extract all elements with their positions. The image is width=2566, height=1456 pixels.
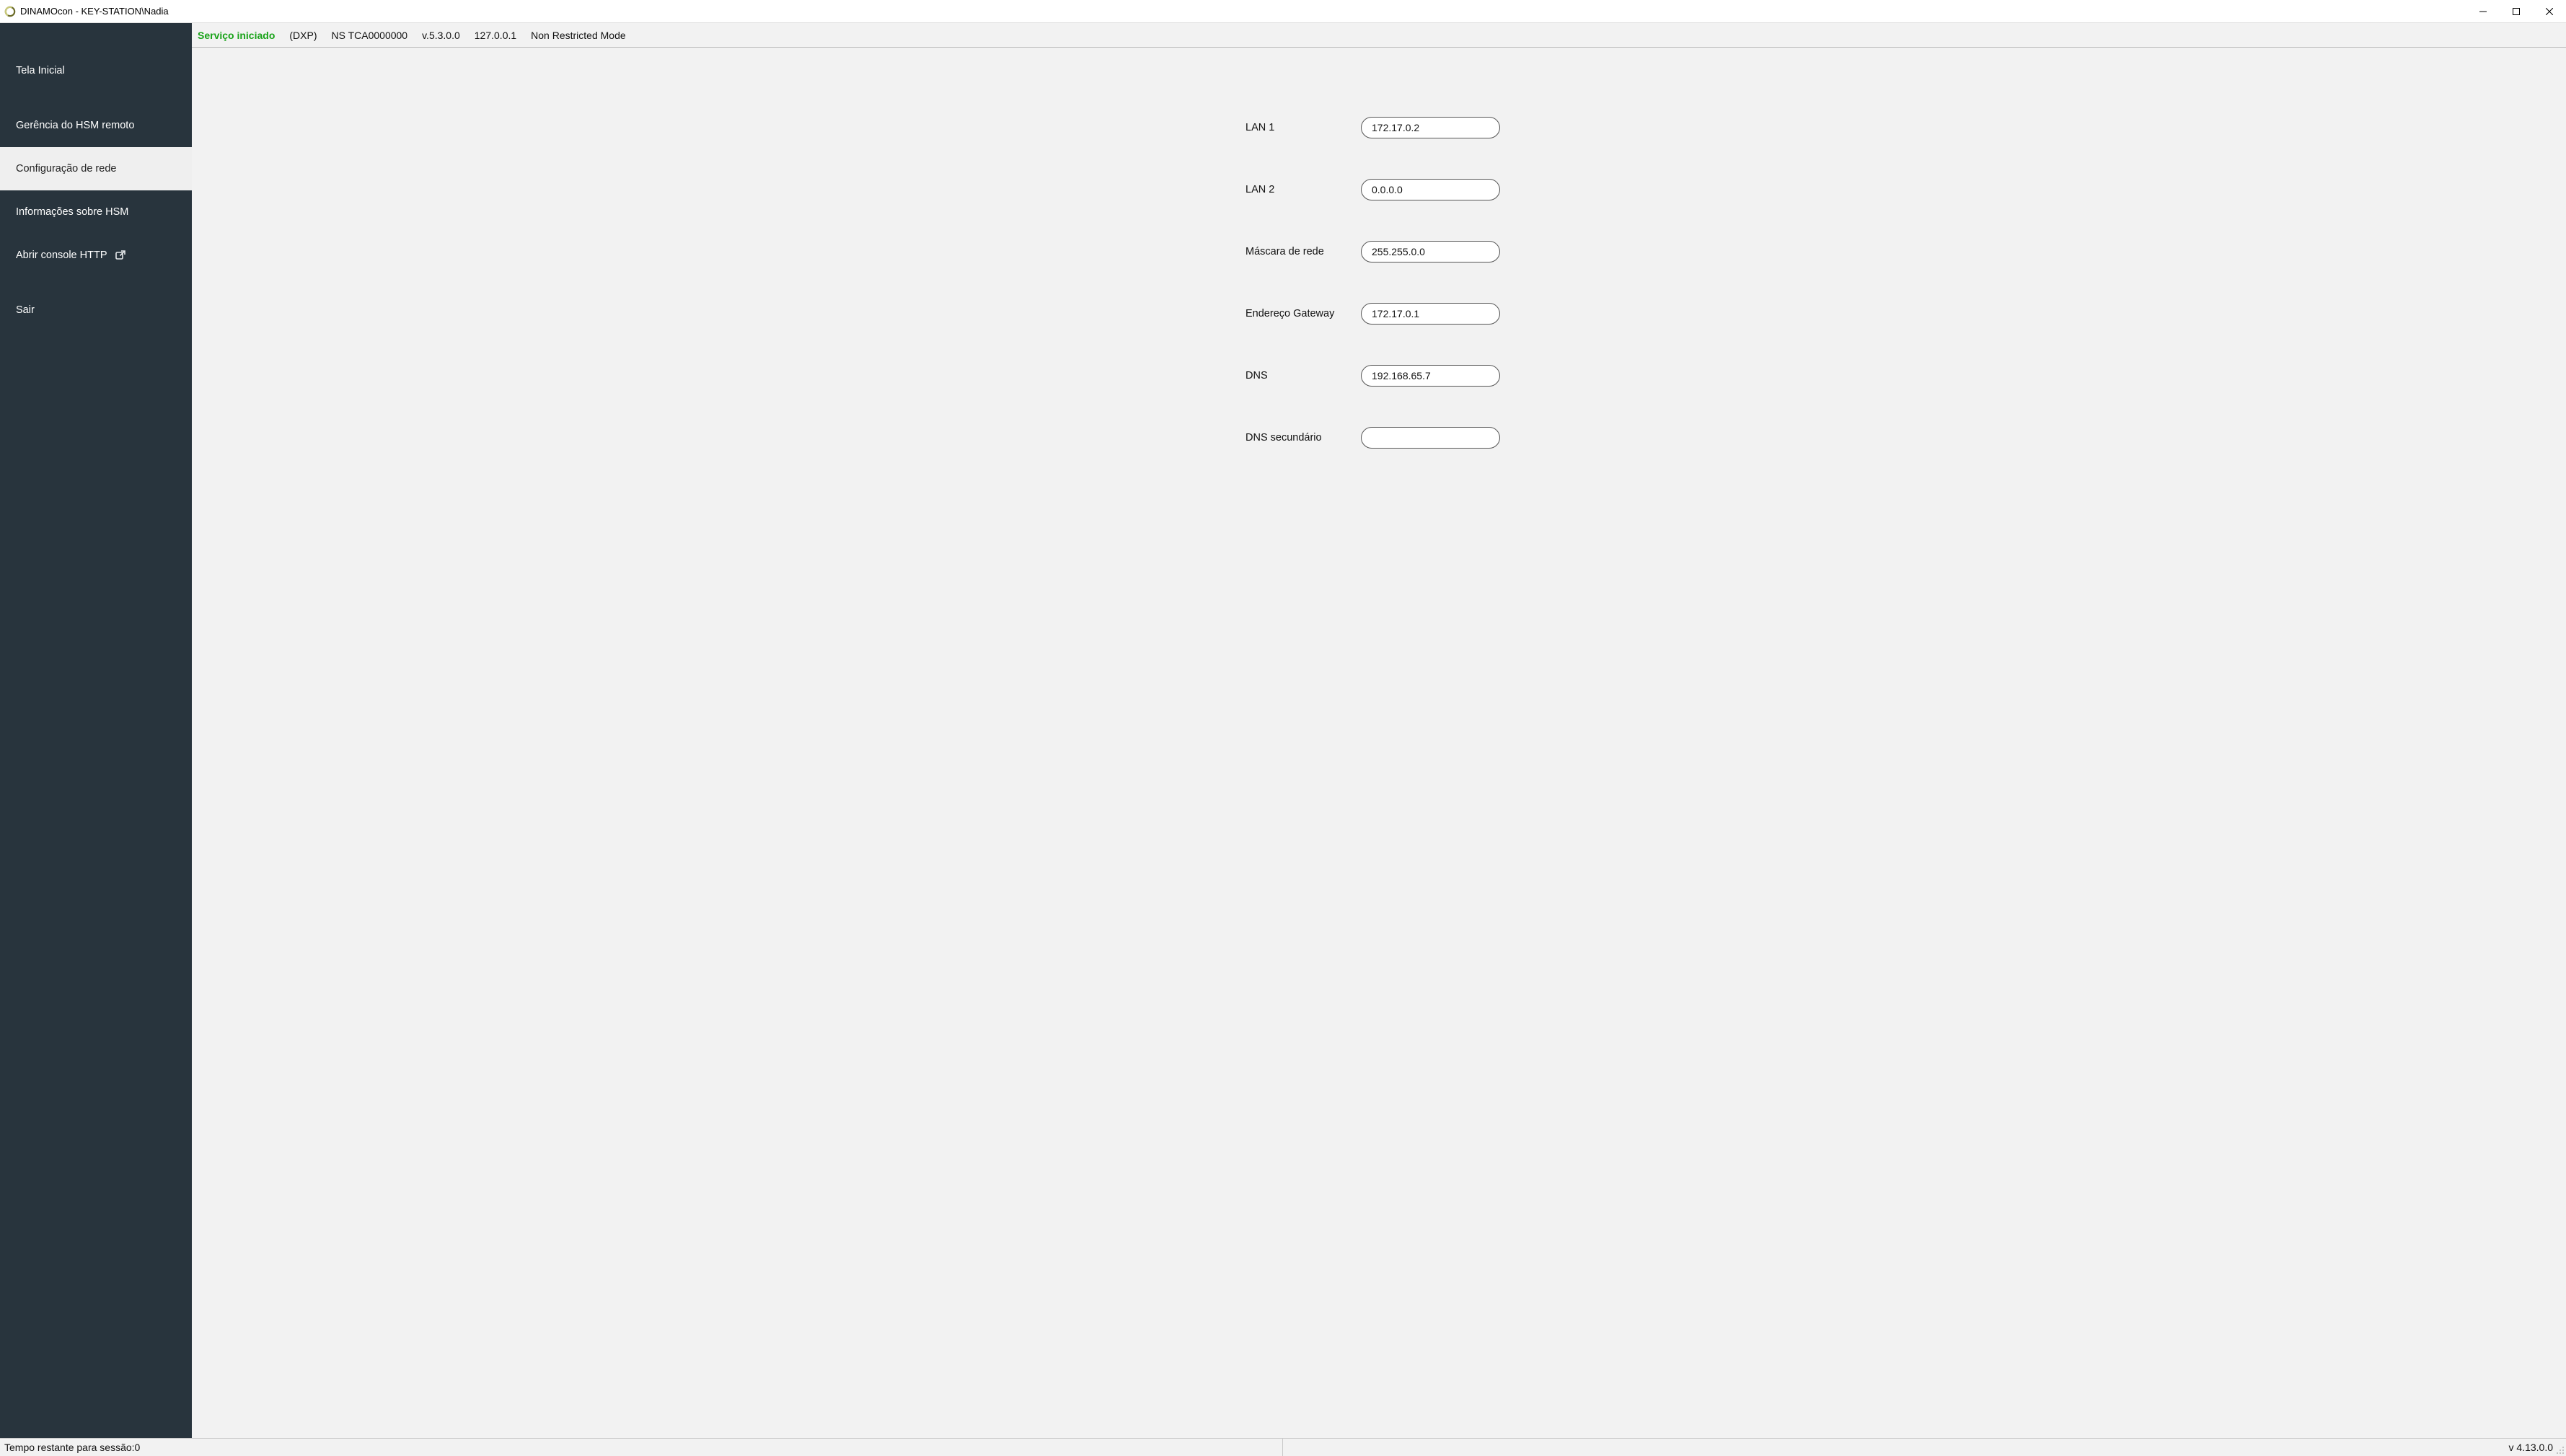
sidebar-item-open-http-console[interactable]: Abrir console HTTP [0, 234, 192, 277]
dns2-input[interactable] [1361, 427, 1500, 449]
sidebar-item-label: Tela Inicial [16, 65, 65, 76]
window-title: DINAMOcon - KEY-STATION\Nadia [20, 6, 169, 17]
gateway-label: Endereço Gateway [1245, 308, 1334, 319]
netmask-input[interactable] [1361, 241, 1500, 262]
status-bar: Tempo restante para sessão: 0 v 4.13.0.0 [0, 1438, 2566, 1456]
connected-ip: 127.0.0.1 [475, 30, 516, 41]
close-button[interactable] [2533, 0, 2566, 22]
app-icon [4, 6, 16, 17]
sidebar-item-network-config[interactable]: Configuração de rede [0, 147, 192, 190]
maximize-button[interactable] [2500, 0, 2533, 22]
netmask-label: Máscara de rede [1245, 246, 1324, 257]
lan1-label: LAN 1 [1245, 122, 1274, 133]
lan2-label: LAN 2 [1245, 184, 1274, 195]
status-bar-right: v 4.13.0.0 [1283, 1442, 2566, 1453]
mode-label: Non Restricted Mode [531, 30, 626, 41]
session-time-value: 0 [135, 1442, 141, 1453]
dns-label: DNS [1245, 370, 1268, 381]
sidebar-item-label: Sair [16, 304, 35, 316]
platform-label: (DXP) [289, 30, 317, 41]
sidebar-item-hsm-info[interactable]: Informações sobre HSM [0, 190, 192, 234]
lan2-input[interactable] [1361, 179, 1500, 200]
sidebar-item-label: Informações sobre HSM [16, 206, 128, 218]
top-info-strip: Serviço iniciado (DXP) NS TCA0000000 v.5… [192, 23, 2566, 48]
serial-number: NS TCA0000000 [332, 30, 408, 41]
sidebar-item-label: Configuração de rede [16, 163, 116, 175]
sidebar: Tela Inicial Gerência do HSM remoto Conf… [0, 23, 192, 1438]
app-version: v 4.13.0.0 [2509, 1442, 2554, 1453]
sidebar-item-remote-hsm[interactable]: Gerência do HSM remoto [0, 104, 192, 147]
external-link-icon [115, 250, 126, 261]
app-shell: Tela Inicial Gerência do HSM remoto Conf… [0, 23, 2566, 1438]
sidebar-item-label: Abrir console HTTP [16, 250, 107, 261]
form-grid: LAN 1 LAN 2 Máscara de rede Endereço Gat… [1245, 117, 1512, 449]
window-controls [2466, 0, 2566, 22]
network-form: LAN 1 LAN 2 Máscara de rede Endereço Gat… [192, 48, 2566, 1438]
lan1-input[interactable] [1361, 117, 1500, 138]
content: Serviço iniciado (DXP) NS TCA0000000 v.5… [192, 23, 2566, 1438]
title-bar: DINAMOcon - KEY-STATION\Nadia [0, 0, 2566, 23]
status-bar-left: Tempo restante para sessão: 0 [0, 1439, 1283, 1456]
firmware-version: v.5.3.0.0 [422, 30, 460, 41]
dns2-label: DNS secundário [1245, 432, 1322, 444]
sidebar-item-home[interactable]: Tela Inicial [0, 37, 192, 104]
sidebar-item-exit[interactable]: Sair [0, 277, 192, 343]
gateway-input[interactable] [1361, 303, 1500, 325]
resize-grip-icon[interactable] [2556, 1446, 2565, 1455]
session-time-label: Tempo restante para sessão: [4, 1442, 135, 1453]
minimize-button[interactable] [2466, 0, 2500, 22]
service-status: Serviço iniciado [198, 30, 275, 41]
sidebar-item-label: Gerência do HSM remoto [16, 120, 134, 131]
dns-input[interactable] [1361, 365, 1500, 387]
